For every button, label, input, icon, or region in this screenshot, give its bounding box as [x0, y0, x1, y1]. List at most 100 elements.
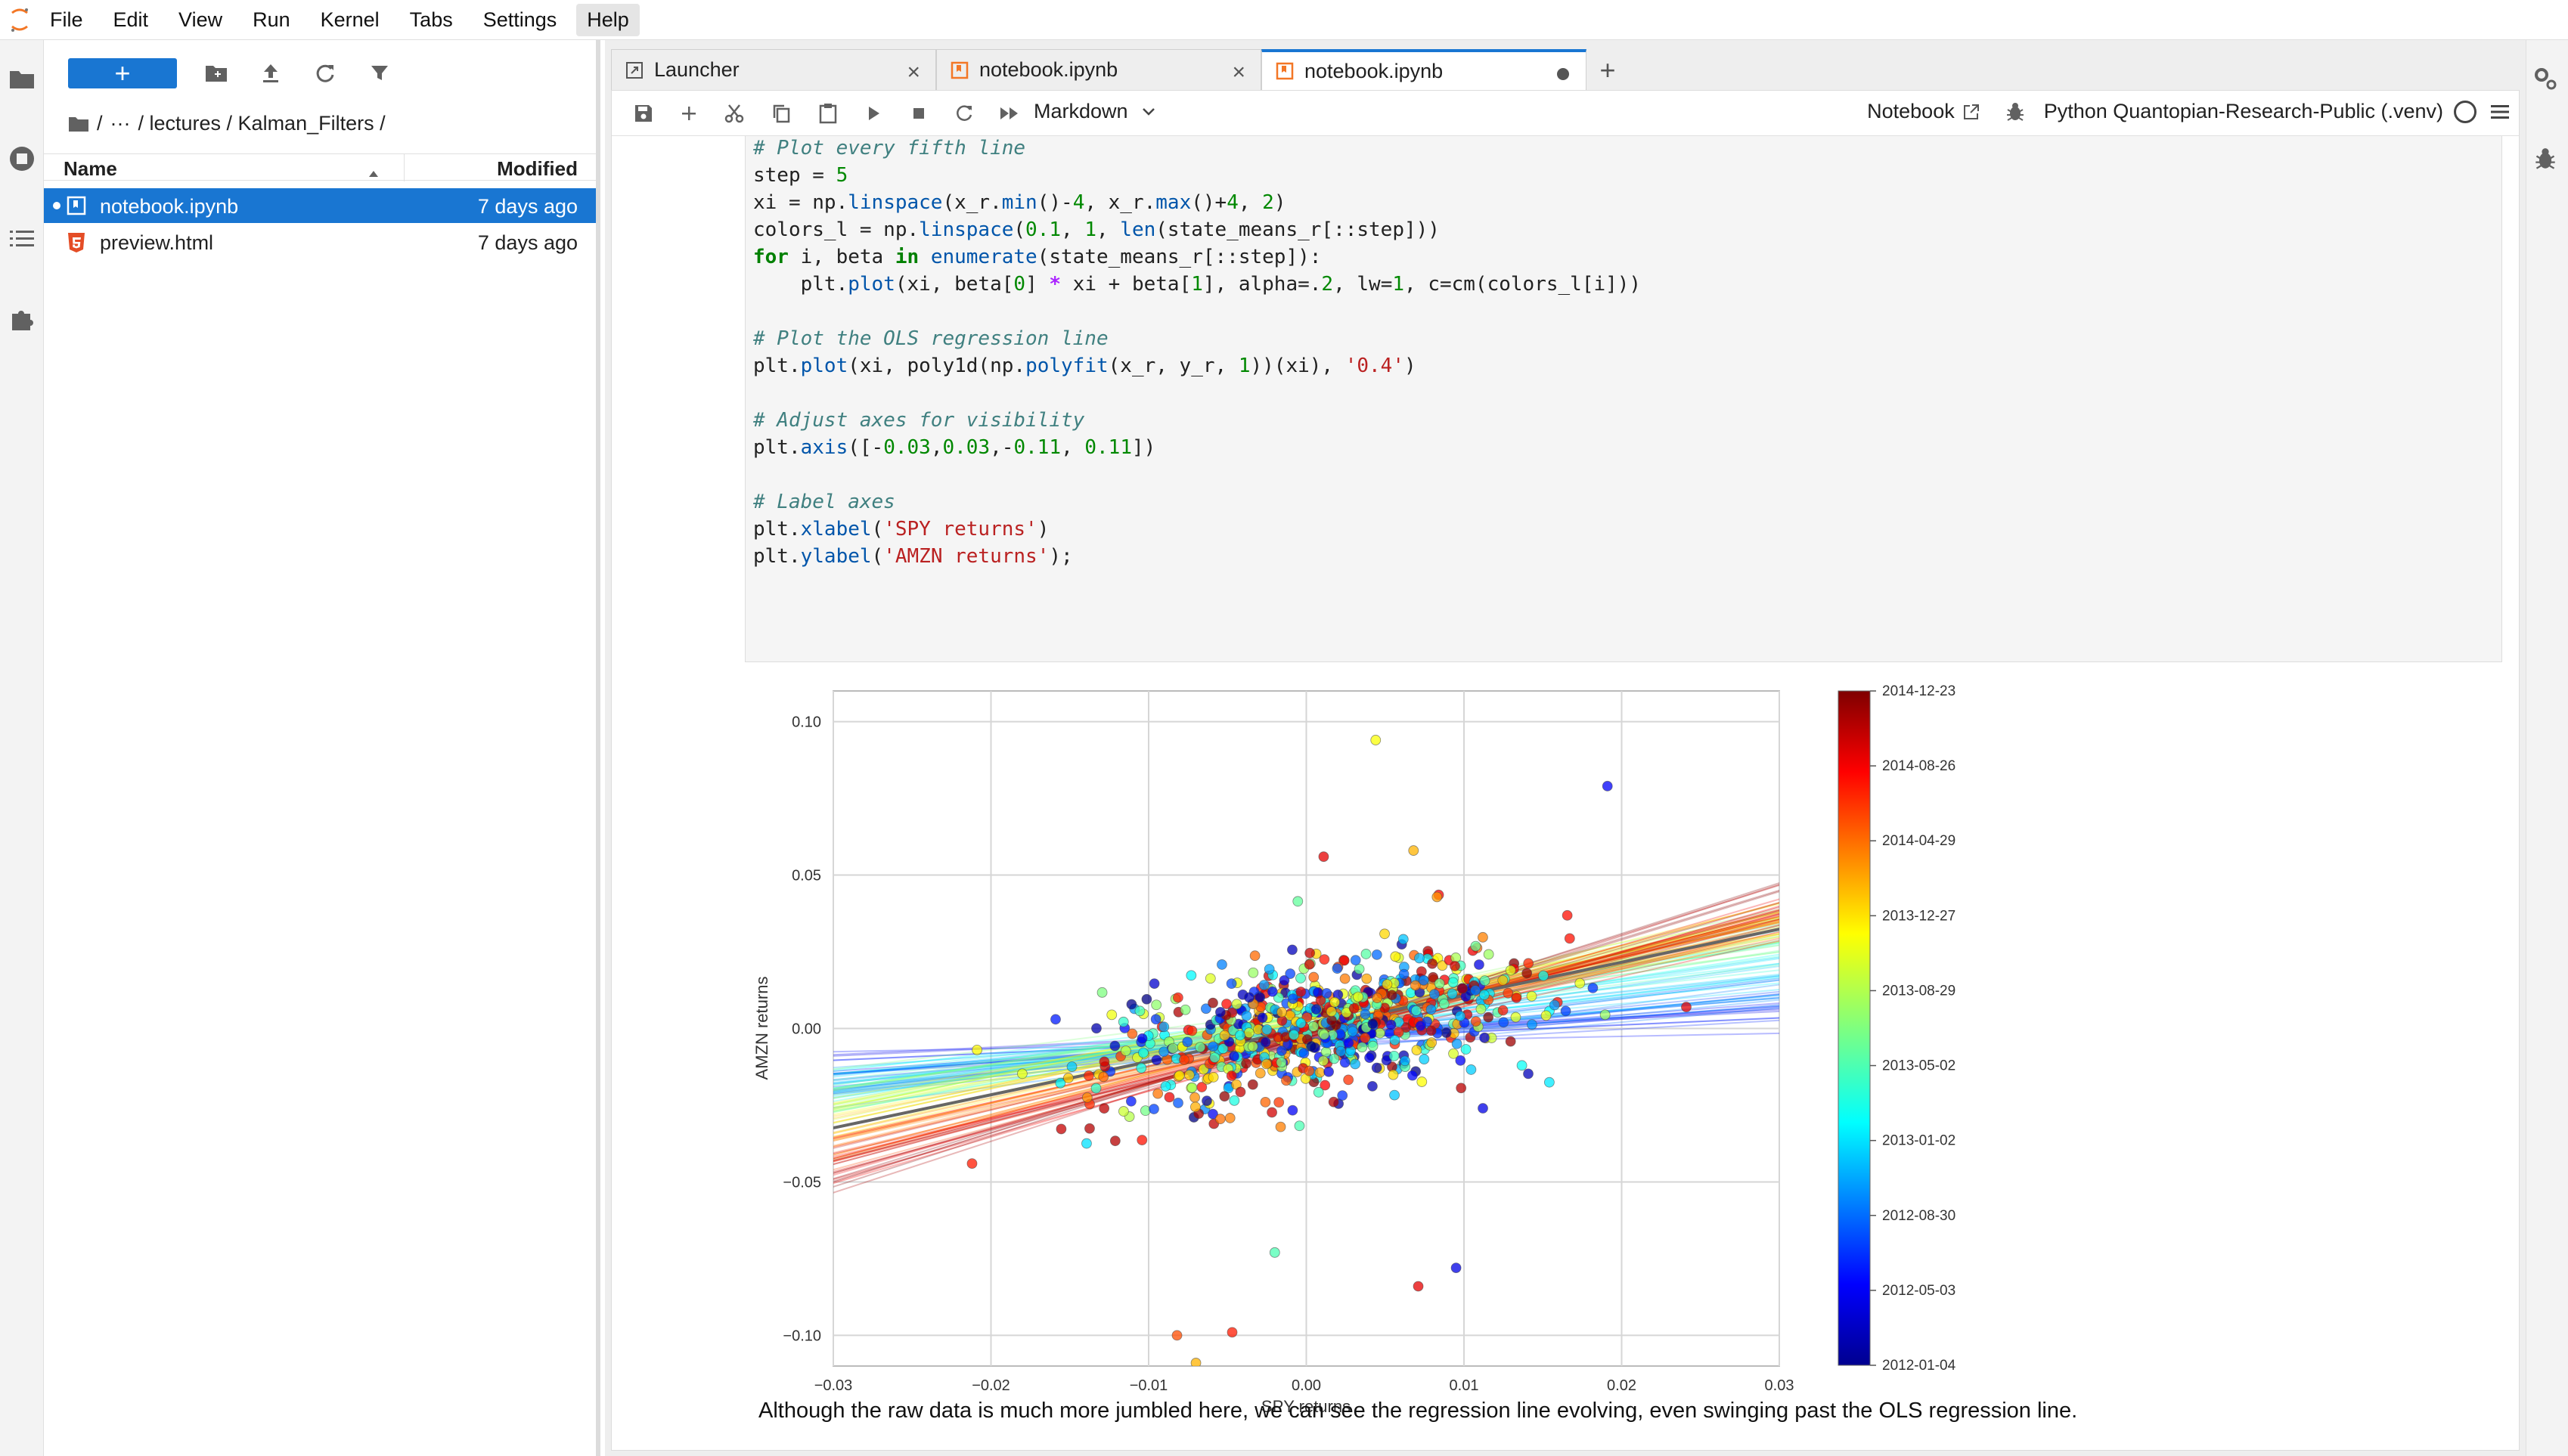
data-point [1450, 1262, 1462, 1274]
menu-view[interactable]: View [168, 4, 233, 36]
column-modified-header[interactable]: Modified [497, 157, 578, 181]
data-point [1137, 1135, 1148, 1145]
extensions-puzzle-icon[interactable] [6, 303, 38, 335]
column-divider[interactable] [404, 154, 405, 181]
colorbar-label: 2014-04-29 [1882, 833, 1955, 849]
tab-launcher[interactable]: Launcher × [611, 49, 936, 90]
y-axis-label: AMZN returns [752, 977, 771, 1080]
data-point [1479, 975, 1490, 987]
data-point [1313, 1086, 1324, 1098]
new-folder-icon[interactable] [201, 58, 231, 88]
data-point [1425, 1025, 1437, 1036]
y-tick-label: −0.05 [783, 1174, 821, 1191]
colorbar-label: 2014-12-23 [1882, 683, 1955, 699]
data-point [1599, 1009, 1611, 1021]
data-point [1388, 1050, 1400, 1061]
data-point [1478, 990, 1490, 1000]
menu-kernel[interactable]: Kernel [310, 4, 390, 36]
cell-type-select[interactable]: Markdown [1034, 100, 1155, 123]
breadcrumb-root[interactable]: / [97, 112, 103, 135]
menu-file[interactable]: File [39, 4, 94, 36]
debugger-bug-icon[interactable] [2529, 143, 2561, 175]
fast-forward-icon[interactable] [994, 98, 1025, 129]
colorbar-label: 2014-08-26 [1882, 758, 1955, 774]
data-point [1226, 978, 1237, 990]
file-row-preview[interactable]: preview.html 7 days ago [44, 225, 596, 259]
close-icon[interactable]: × [907, 60, 920, 85]
code-editor[interactable]: # Plot every fifth line step = 5 xi = np… [753, 135, 1641, 570]
y-tick-label: 0.05 [792, 868, 821, 884]
code-cell[interactable]: # Plot every fifth line step = 5 xi = np… [745, 136, 2502, 662]
data-point [1478, 1103, 1488, 1114]
data-point [1538, 970, 1549, 981]
menu-tabs[interactable]: Tabs [399, 4, 464, 36]
menu-hamburger-icon[interactable] [2490, 103, 2510, 121]
tab-notebook-2[interactable]: notebook.ipynb [1261, 49, 1586, 90]
unsaved-dot-icon[interactable] [1557, 68, 1569, 80]
restart-icon[interactable] [949, 98, 979, 129]
data-point [1186, 1082, 1198, 1093]
data-point [1347, 1026, 1358, 1037]
data-point [1560, 1005, 1571, 1017]
filter-icon[interactable] [364, 58, 395, 88]
running-sessions-icon[interactable] [6, 143, 38, 175]
data-point [1081, 1138, 1092, 1149]
data-point [1186, 1025, 1198, 1036]
menu-settings[interactable]: Settings [473, 4, 568, 36]
kernel-status-icon [2454, 100, 2477, 123]
new-tab-button[interactable]: + [1591, 54, 1624, 87]
data-point [1217, 959, 1227, 970]
close-icon[interactable]: × [1232, 60, 1245, 85]
menu-edit[interactable]: Edit [103, 4, 160, 36]
upload-icon[interactable] [256, 58, 286, 88]
external-link-icon[interactable] [1962, 103, 1980, 121]
table-of-contents-icon[interactable] [6, 223, 38, 255]
breadcrumb-path[interactable]: / lectures / Kalman_Filters / [138, 112, 386, 135]
folder-icon[interactable] [6, 63, 38, 94]
data-point [1066, 1061, 1078, 1072]
data-point [1306, 1041, 1317, 1052]
data-point [1353, 991, 1363, 1002]
stop-icon[interactable] [904, 98, 934, 129]
add-cell-icon[interactable] [674, 98, 704, 129]
data-point [1292, 896, 1304, 907]
file-row-notebook[interactable]: notebook.ipynb 7 days ago [44, 188, 596, 223]
data-point [1510, 1011, 1521, 1023]
property-inspector-gears-icon[interactable] [2529, 63, 2561, 94]
jupyter-logo-icon [0, 0, 39, 40]
run-icon[interactable] [858, 98, 889, 129]
column-name-header[interactable]: Name [64, 157, 117, 181]
menu-help[interactable]: Help [576, 3, 640, 36]
copy-icon[interactable] [766, 98, 796, 129]
kernel-name[interactable]: Python Quantopian-Research-Public (.venv… [2044, 100, 2443, 123]
menu-run[interactable]: Run [242, 4, 301, 36]
file-browser-toolbar: + [68, 58, 395, 88]
data-point [1370, 735, 1382, 745]
data-point [1426, 1037, 1438, 1049]
cut-icon[interactable] [719, 98, 749, 129]
new-launcher-button[interactable]: + [68, 58, 177, 88]
open-in-notebook-button[interactable]: Notebook [1867, 100, 1955, 123]
data-point [1521, 968, 1533, 979]
data-point [1451, 1038, 1462, 1049]
tab-notebook-1[interactable]: notebook.ipynb × [936, 49, 1261, 90]
data-point [1287, 944, 1298, 956]
breadcrumb-ellipsis[interactable]: ··· [110, 112, 131, 135]
breadcrumb-folder-icon[interactable] [68, 116, 89, 132]
data-point [1564, 933, 1575, 944]
debugger-bug-icon[interactable] [2006, 102, 2024, 122]
x-tick-label: −0.02 [972, 1377, 1010, 1394]
paste-icon[interactable] [813, 98, 843, 129]
data-point [1247, 1079, 1258, 1090]
data-point [1304, 959, 1315, 970]
data-point [1505, 1036, 1516, 1047]
refresh-icon[interactable] [310, 58, 340, 88]
data-point [1219, 1091, 1230, 1102]
data-point [1523, 958, 1534, 969]
save-icon[interactable] [628, 98, 659, 129]
colorbar-label: 2013-01-02 [1882, 1133, 1955, 1149]
right-sidebar [2526, 40, 2568, 1456]
colorbar-label: 2012-08-30 [1882, 1208, 1955, 1224]
markdown-cell-text[interactable]: Although the raw data is much more jumbl… [758, 1399, 2077, 1423]
sort-ascending-icon[interactable] [368, 160, 380, 184]
